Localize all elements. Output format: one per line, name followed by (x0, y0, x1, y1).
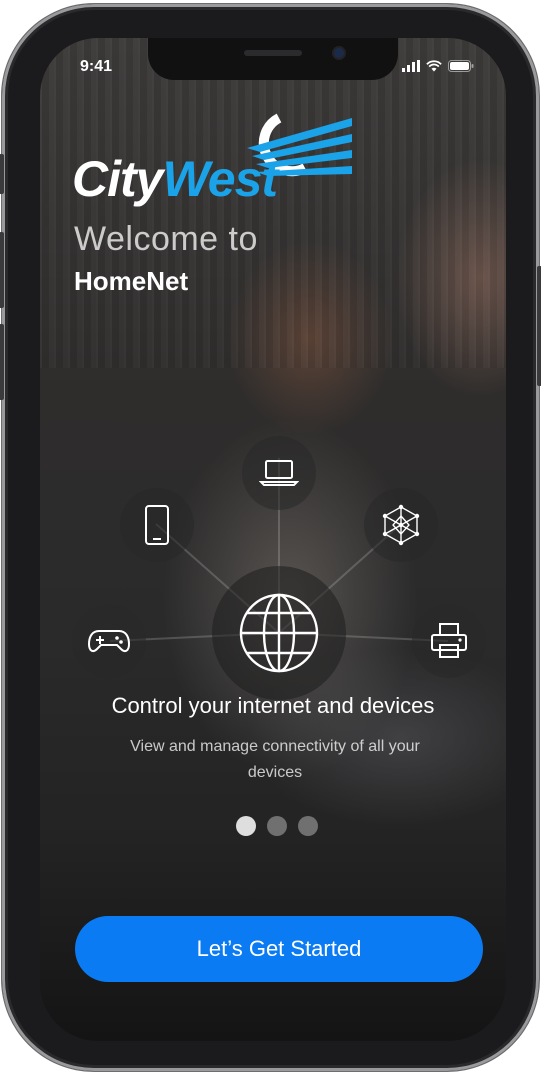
wifi-icon (426, 60, 442, 72)
phone-frame: 9:41 CityWest Welcome to HomeNet Control… (0, 4, 541, 1071)
network-node[interactable] (364, 488, 438, 562)
get-started-button[interactable]: Let’s Get Started (75, 916, 483, 982)
device-diagram (40, 398, 506, 700)
logo-text-west: West (162, 151, 278, 207)
slide-description: View and manage connectivity of all your… (130, 738, 420, 781)
status-icons (402, 60, 474, 72)
slide-title: Control your internet and devices (111, 693, 435, 718)
volume-down-button (0, 324, 4, 400)
logo-text-city: City (72, 151, 163, 207)
gamepad-node[interactable] (72, 604, 146, 678)
pagination-dots (236, 816, 318, 836)
battery-icon (448, 60, 474, 72)
app-name: HomeNet (74, 266, 189, 296)
smartphone-icon (145, 505, 169, 545)
network-icon (382, 504, 420, 546)
volume-up-button (0, 232, 4, 308)
notch (148, 38, 398, 80)
speaker-grille (244, 50, 302, 56)
printer-node[interactable] (412, 604, 486, 678)
globe-node[interactable] (212, 566, 346, 700)
status-time: 9:41 (80, 58, 113, 75)
page-dot-3[interactable] (298, 816, 318, 836)
globe-icon (239, 593, 319, 673)
laptop-icon (259, 460, 299, 486)
printer-icon (431, 623, 467, 658)
citywest-logo: CityWest (72, 112, 362, 212)
power-button (537, 266, 541, 386)
app-screen: 9:41 CityWest Welcome to HomeNet Control… (40, 38, 506, 1041)
smartphone-node[interactable] (120, 488, 194, 562)
page-dot-2[interactable] (267, 816, 287, 836)
welcome-text: Welcome to (74, 220, 258, 258)
front-camera (334, 48, 344, 58)
page-dot-1[interactable] (236, 816, 256, 836)
signal-icon (402, 60, 420, 72)
gamepad-icon (87, 630, 131, 653)
laptop-node[interactable] (242, 436, 316, 510)
mute-switch (0, 154, 4, 194)
